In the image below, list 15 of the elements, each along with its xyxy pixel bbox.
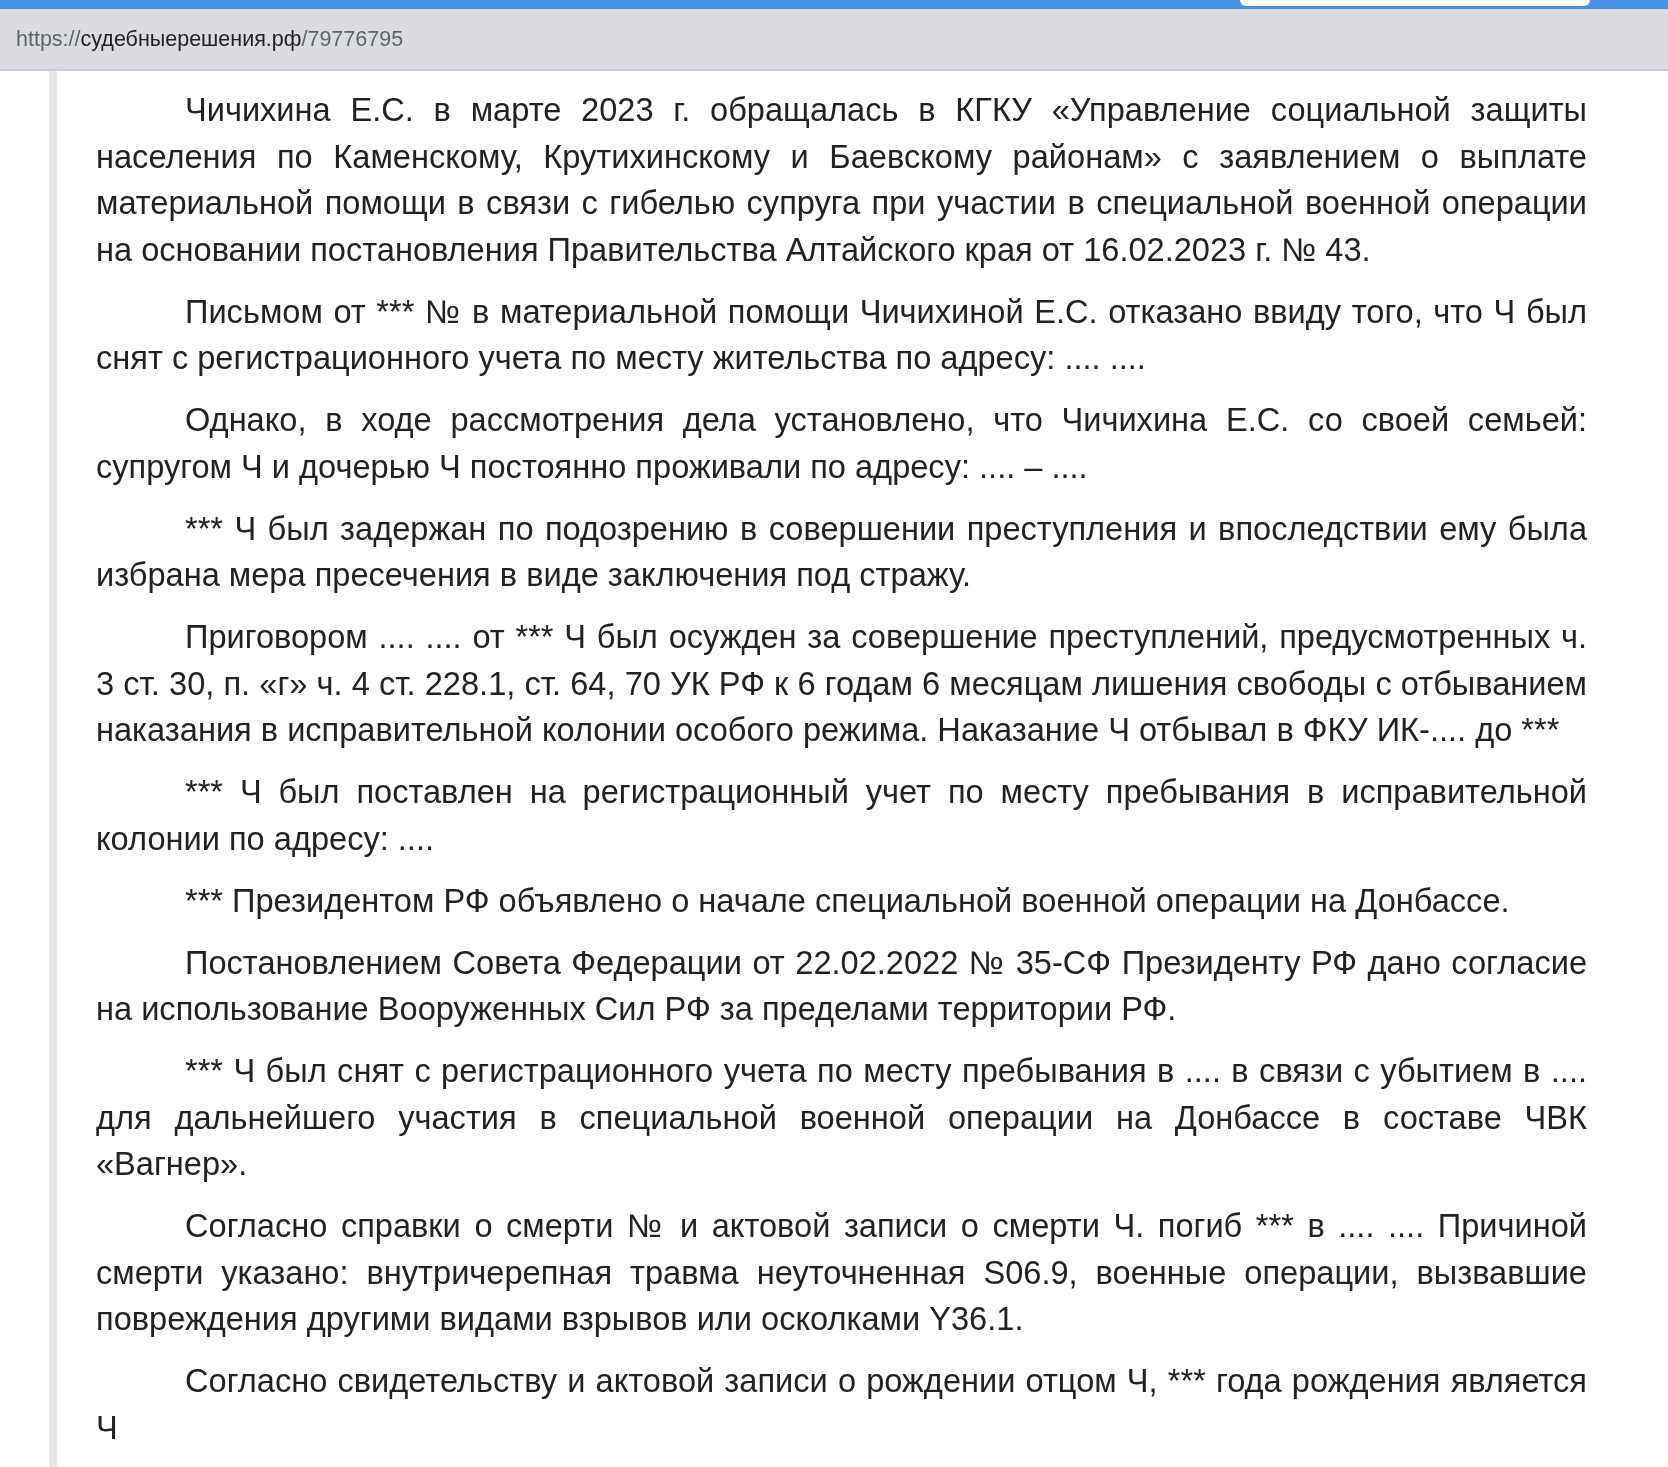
paragraph: Приговором .... .... от *** Ч был осужден за совершение преступлений, предусмотренных ч. 3 ст. 30, п. «г» ч. 4 ст. 228.1, ст. 64, 70 УК РФ к 6 годам 6 месяцам лишения свободы с отбыванием наказания в исправительной колонии особого режима. Наказание Ч отбывал в ФКУ ИК-.... до *** bbox=[96, 617, 1587, 750]
paragraph: *** Ч был снят с регистрационного учета по месту пребывания в .... в связи с убытием в .... для дальнейшего участия в специальной военной операции на Донбассе в составе ЧВК «Вагнер». bbox=[96, 1051, 1587, 1184]
paragraph: *** Президентом РФ объявлено о начале специальной военной операции на Донбассе. bbox=[184, 880, 1511, 921]
paragraph: Согласно свидетельству и актовой записи о рождении отцом Ч, *** года рождения является Ч bbox=[96, 1361, 1587, 1448]
url-scheme: https:// bbox=[16, 26, 81, 52]
paragraph: *** Ч был поставлен на регистрационный учет по месту пребывания в исправительной колонии по адресу: .... bbox=[96, 772, 1587, 859]
paragraph: Согласно справки о смерти № и актовой записи о смерти Ч. погиб *** в .... .... Причиной смерти указано: внутричерепная травма неуточненная S06.9, военные операции, вызвавшие повреждения другими видами взрывов или осколками Y36.1. bbox=[96, 1206, 1587, 1339]
address-bar[interactable]: https://судебныерешения.рф/79776795 bbox=[0, 9, 1668, 71]
paragraph: Чичихина Е.С. в марте 2023 г. обращалась в КГКУ «Управление социальной защиты населения по Каменскому, Крутихинскому и Баевскому районам» с заявлением о выплате материальной помощи в связи с гибелью супруга при участии в специальной военной операции на основании постановления Правительства Алтайского края от 16.02.2023 г. № 43. bbox=[96, 90, 1587, 270]
paragraph: Письмом от *** № в материальной помощи Чичихиной Е.С. отказано ввиду того, что Ч был снят с регистрационного учета по месту жительства по адресу: .... .... bbox=[96, 291, 1587, 378]
url-host: судебныерешения.рф bbox=[80, 26, 302, 52]
paragraph: *** Ч был задержан по подозрению в совершении преступления и впоследствии ему была избрана мера пресечения в виде заключения под стражу. bbox=[96, 508, 1587, 595]
paragraph: Постановлением Совета Федерации от 22.02.2022 № 35-СФ Президенту РФ дано согласие на использование Вооруженных Сил РФ за пределами территории РФ. bbox=[96, 942, 1587, 1029]
url-path: /79776795 bbox=[301, 26, 404, 52]
paragraph: Однако, в ходе рассмотрения дела установлено, что Чичихина Е.С. со своей семьей: супругом Ч и дочерью Ч постоянно проживали по адресу: .... – .... bbox=[96, 400, 1587, 487]
